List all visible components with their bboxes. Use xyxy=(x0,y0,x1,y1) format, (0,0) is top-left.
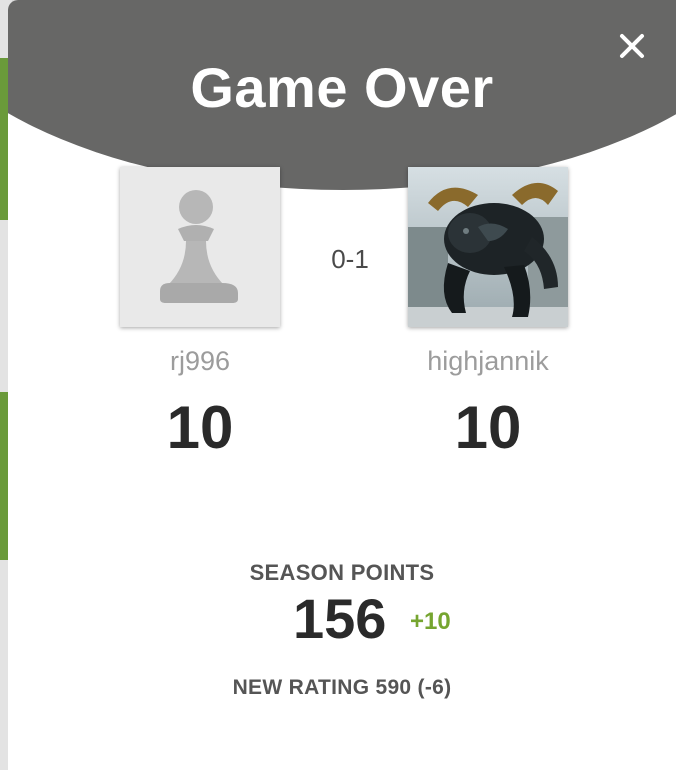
player-username-left[interactable]: rj996 xyxy=(100,346,300,377)
close-icon xyxy=(620,34,644,58)
season-points-delta: +10 xyxy=(410,608,451,635)
season-points-label: SEASON POINTS xyxy=(249,560,435,585)
season-points-value: 156 xyxy=(293,587,387,650)
game-over-modal: Game Over 0-1 rj996 highjannik 10 10 SEA… xyxy=(8,0,676,770)
close-button[interactable] xyxy=(616,30,648,62)
modal-title: Game Over xyxy=(190,56,494,119)
bull-photo-avatar xyxy=(408,167,568,327)
new-rating-text: NEW RATING 590 (-6) xyxy=(232,676,452,699)
game-score: 0-1 xyxy=(331,244,369,274)
player-points-right: 10 xyxy=(454,394,522,461)
player-username-right[interactable]: highjannik xyxy=(388,346,588,377)
player-points-left: 10 xyxy=(166,394,234,461)
player-avatar-right[interactable] xyxy=(408,167,568,327)
pawn-avatar-icon xyxy=(160,190,238,303)
player-avatar-left[interactable] xyxy=(120,167,280,327)
